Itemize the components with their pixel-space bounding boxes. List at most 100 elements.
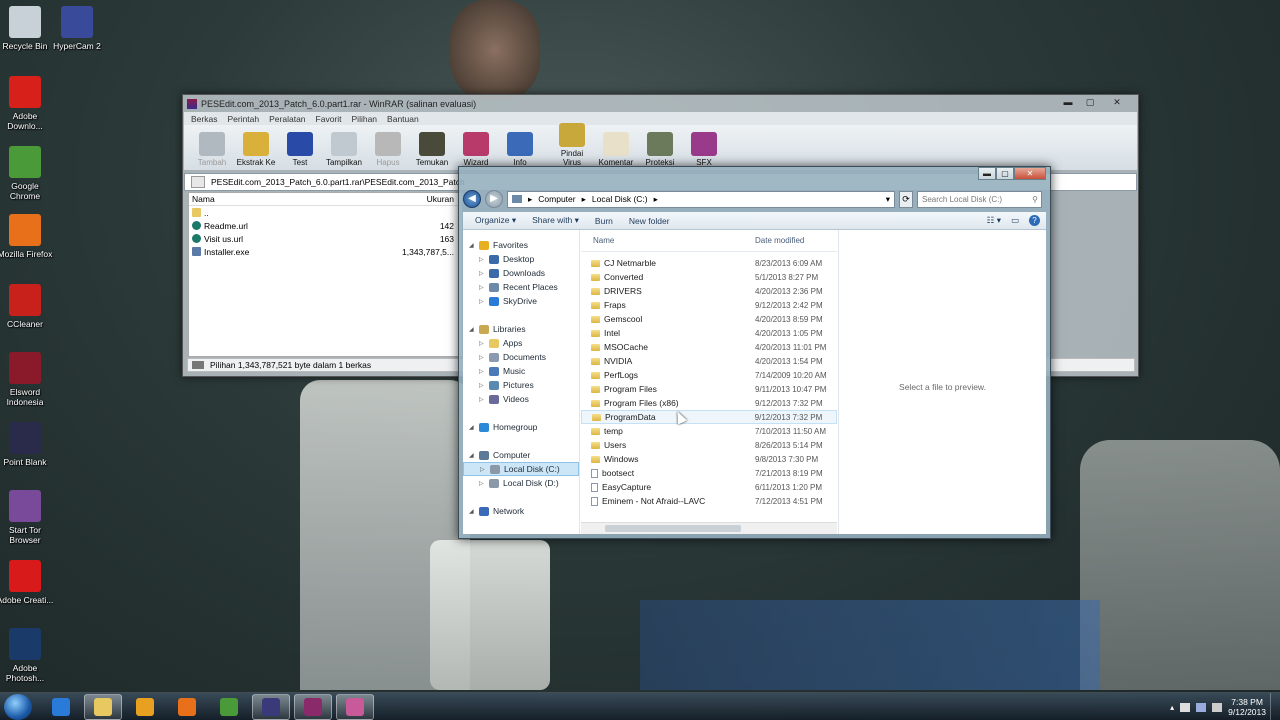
minimize-button[interactable]: ▬ <box>978 167 996 180</box>
show-desktop-button[interactable] <box>1270 693 1280 720</box>
file-row-gemscool[interactable]: Gemscool 4/20/2013 8:59 PM <box>581 312 837 326</box>
desktop-icon-recycle-bin[interactable]: Recycle Bin <box>0 6 54 51</box>
toolbar-tampilkan-button[interactable]: Tampilkan <box>324 132 364 170</box>
nav-item-homegroup[interactable]: ◢ Homegroup <box>463 420 579 434</box>
file-row-converted[interactable]: Converted 5/1/2013 8:27 PM <box>581 270 837 284</box>
desktop-icon-adobe-creati[interactable]: Adobe Creati... <box>0 560 54 605</box>
column-size[interactable]: Ukuran <box>382 194 462 204</box>
file-row-program-files-x86[interactable]: Program Files (x86) 9/12/2013 7:32 PM <box>581 396 837 410</box>
toolbar-komentar-button[interactable]: Komentar <box>596 132 636 170</box>
nav-item-desktop[interactable]: ▷ Desktop <box>463 252 579 266</box>
desktop-icon-elsword-indonesia[interactable]: Elsword Indonesia <box>0 352 54 407</box>
preview-pane-icon[interactable]: ▭ <box>1011 215 1019 226</box>
menu-favorit[interactable]: Favorit <box>316 114 342 124</box>
menu-peralatan[interactable]: Peralatan <box>269 114 305 124</box>
scrollbar-thumb[interactable] <box>605 525 741 532</box>
expand-arrow-icon[interactable]: ▷ <box>479 382 485 389</box>
horizontal-scrollbar[interactable] <box>581 522 837 534</box>
share-with-button[interactable]: Share with ▾ <box>532 215 579 226</box>
expand-arrow-icon[interactable]: ▷ <box>479 340 485 347</box>
nav-item-downloads[interactable]: ▷ Downloads <box>463 266 579 280</box>
explorer-titlebar[interactable]: ▬ ▢ ✕ <box>459 167 1050 187</box>
forward-button[interactable]: ▶ <box>485 190 503 208</box>
toolbar-test-button[interactable]: Test <box>280 132 320 170</box>
taskbar-windows-explorer-button[interactable] <box>84 693 122 720</box>
close-button[interactable]: ✕ <box>1102 96 1132 109</box>
winrar-file-row[interactable]: Readme.url 142 <box>189 219 462 232</box>
menu-perintah[interactable]: Perintah <box>227 114 259 124</box>
explorer-window[interactable]: ▬ ▢ ✕ ◀ ▶ ▸ Computer ▸ Local Disk (C:) ▸… <box>458 166 1051 539</box>
up-folder-icon[interactable] <box>191 176 205 188</box>
back-button[interactable]: ◀ <box>463 190 481 208</box>
file-row-users[interactable]: Users 8/26/2013 5:14 PM <box>581 438 837 452</box>
taskbar-installer-button[interactable] <box>336 693 374 720</box>
file-row-intel[interactable]: Intel 4/20/2013 1:05 PM <box>581 326 837 340</box>
winrar-file-list[interactable]: Nama Ukuran .. Readme.url 142 Visit us.url 1… <box>188 192 463 357</box>
address-dropdown-icon[interactable]: ▾ <box>886 194 894 205</box>
expand-arrow-icon[interactable]: ▷ <box>479 298 485 305</box>
nav-item-computer[interactable]: ◢ Computer <box>463 448 579 462</box>
navigation-pane[interactable]: ◢ Favorites ▷ Desktop ▷ Downloads ▷ Recent Plac… <box>463 230 580 534</box>
desktop-icon-start-tor-browser[interactable]: Start Tor Browser <box>0 490 54 545</box>
expand-arrow-icon[interactable]: ▷ <box>479 270 485 277</box>
toolbar-temukan-button[interactable]: Temukan <box>412 132 452 170</box>
column-date-modified[interactable]: Date modified <box>755 236 804 245</box>
toolbar-wizard-button[interactable]: Wizard <box>456 132 496 170</box>
file-row-programdata[interactable]: ProgramData 9/12/2013 7:32 PM <box>581 410 837 424</box>
minimize-button[interactable]: ▬ <box>1058 96 1078 109</box>
breadcrumb-computer[interactable]: Computer <box>538 194 575 204</box>
file-row-msocache[interactable]: MSOCache 4/20/2013 11:01 PM <box>581 340 837 354</box>
expand-arrow-icon[interactable]: ▷ <box>479 354 485 361</box>
file-row-easycapture[interactable]: EasyCapture 6/11/2013 1:20 PM <box>581 480 837 494</box>
desktop-icon-ccleaner[interactable]: CCleaner <box>0 284 54 329</box>
file-row-eminem-not-afraid-lavc[interactable]: Eminem - Not Afraid--LAVC 7/12/2013 4:51 … <box>581 494 837 508</box>
tray-network-icon[interactable] <box>1196 702 1207 712</box>
breadcrumb-local-disk[interactable]: Local Disk (C:) <box>592 194 648 204</box>
start-button[interactable] <box>4 693 32 720</box>
nav-item-documents[interactable]: ▷ Documents <box>463 350 579 364</box>
desktop-icon-mozilla-firefox[interactable]: Mozilla Firefox <box>0 214 54 259</box>
winrar-file-row[interactable]: Installer.exe 1,343,787,5... <box>189 245 462 258</box>
expand-arrow-icon[interactable]: ▷ <box>479 368 485 375</box>
desktop-icon-point-blank[interactable]: Point Blank <box>0 422 54 467</box>
toolbar-info-button[interactable]: Info <box>500 132 540 170</box>
search-input[interactable]: Search Local Disk (C:) ⚲ <box>917 190 1042 208</box>
file-row-nvidia[interactable]: NVIDIA 4/20/2013 1:54 PM <box>581 354 837 368</box>
file-row-perflogs[interactable]: PerfLogs 7/14/2009 10:20 AM <box>581 368 837 382</box>
expand-arrow-icon[interactable]: ▷ <box>479 284 485 291</box>
burn-button[interactable]: Burn <box>595 216 613 226</box>
desktop-icon-adobe-photosh[interactable]: Adobe Photosh... <box>0 628 54 683</box>
collapse-arrow-icon[interactable]: ◢ <box>469 326 475 333</box>
file-row-fraps[interactable]: Fraps 9/12/2013 2:42 PM <box>581 298 837 312</box>
menu-bantuan[interactable]: Bantuan <box>387 114 419 124</box>
nav-item-network[interactable]: ◢ Network <box>463 504 579 518</box>
clock[interactable]: 7:38 PM 9/12/2013 <box>1228 697 1266 717</box>
nav-item-apps[interactable]: ▷ Apps <box>463 336 579 350</box>
maximize-button[interactable]: ▢ <box>1080 96 1100 109</box>
file-list[interactable]: Name Date modified CJ Netmarble 8/23/2013… <box>581 230 837 534</box>
taskbar-chrome-button[interactable] <box>210 694 248 720</box>
desktop-icon-google-chrome[interactable]: Google Chrome <box>0 146 54 201</box>
file-row-program-files[interactable]: Program Files 9/11/2013 10:47 PM <box>581 382 837 396</box>
file-row-cj-netmarble[interactable]: CJ Netmarble 8/23/2013 6:09 AM <box>581 256 837 270</box>
taskbar-internet-explorer-button[interactable] <box>42 694 80 720</box>
nav-item-videos[interactable]: ▷ Videos <box>463 392 579 406</box>
file-row-bootsect[interactable]: bootsect 7/21/2013 8:19 PM <box>581 466 837 480</box>
tray-volume-icon[interactable] <box>1212 702 1223 712</box>
column-name[interactable]: Nama <box>189 194 382 204</box>
refresh-button[interactable]: ⟳ <box>899 190 913 208</box>
collapse-arrow-icon[interactable]: ◢ <box>469 424 475 431</box>
close-button[interactable]: ✕ <box>1014 167 1046 180</box>
maximize-button[interactable]: ▢ <box>996 167 1014 180</box>
taskbar-winrar-button[interactable] <box>294 693 332 720</box>
menu-berkas[interactable]: Berkas <box>191 114 217 124</box>
organize-button[interactable]: Organize ▾ <box>475 215 516 226</box>
winrar-titlebar[interactable]: PESEdit.com_2013_Patch_6.0.part1.rar - W… <box>183 95 1138 112</box>
expand-arrow-icon[interactable]: ▷ <box>479 256 485 263</box>
nav-item-local-disk-d[interactable]: ▷ Local Disk (D:) <box>463 476 579 490</box>
nav-item-skydrive[interactable]: ▷ SkyDrive <box>463 294 579 308</box>
expand-arrow-icon[interactable]: ▷ <box>479 480 485 487</box>
desktop-icon-adobe-downlo[interactable]: Adobe Downlo... <box>0 76 54 131</box>
collapse-arrow-icon[interactable]: ◢ <box>469 242 475 249</box>
winrar-file-row[interactable]: Visit us.url 163 <box>189 232 462 245</box>
